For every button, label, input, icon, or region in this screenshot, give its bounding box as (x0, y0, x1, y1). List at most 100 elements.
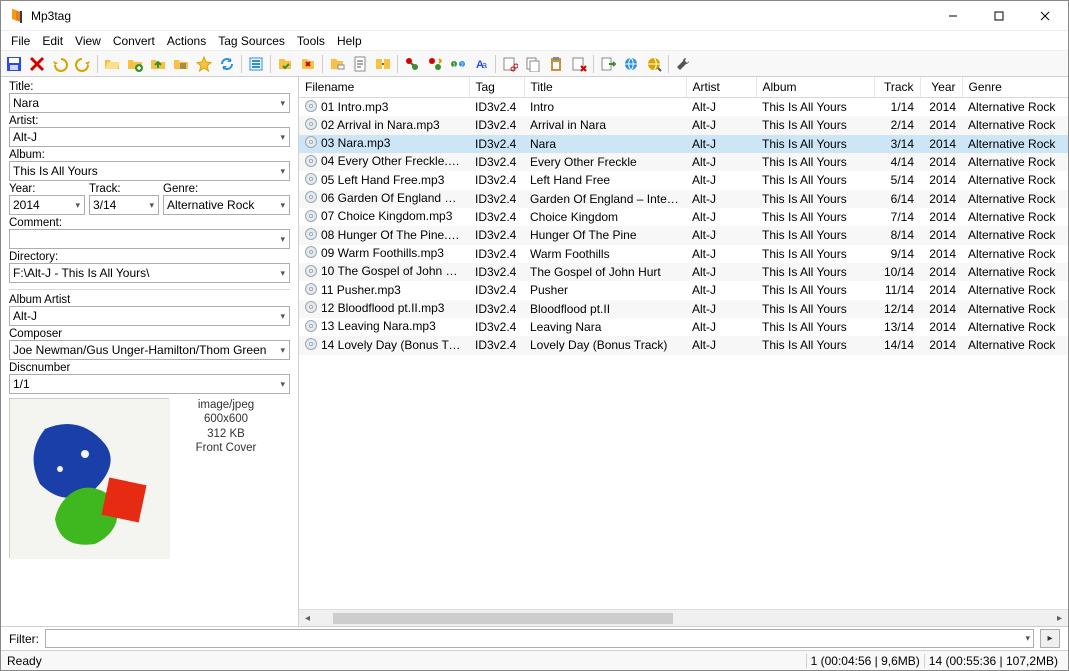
export-icon[interactable] (597, 53, 619, 75)
filter-bar: Filter: ▾ ▸ (1, 626, 1068, 650)
tag-to-tag-icon[interactable] (372, 53, 394, 75)
table-row[interactable]: 08 Hunger Of The Pine.mp3ID3v2.4Hunger O… (299, 226, 1068, 244)
menu-view[interactable]: View (69, 32, 107, 50)
discnumber-field[interactable]: 1/1▾ (9, 374, 290, 394)
menu-convert[interactable]: Convert (107, 32, 161, 50)
discnumber-label: Discnumber (9, 362, 290, 374)
track-field[interactable]: 3/14▾ (89, 195, 159, 215)
filter-go-button[interactable]: ▸ (1040, 629, 1060, 648)
scroll-right-icon[interactable]: ▸ (1051, 610, 1068, 627)
column-year[interactable]: Year (920, 77, 962, 98)
maximize-button[interactable] (976, 1, 1022, 31)
menu-help[interactable]: Help (331, 32, 368, 50)
table-row[interactable]: 07 Choice Kingdom.mp3ID3v2.4Choice Kingd… (299, 208, 1068, 226)
folder-up-icon[interactable] (147, 53, 169, 75)
actions-quick-icon[interactable] (424, 53, 446, 75)
save-icon[interactable] (3, 53, 25, 75)
minimize-button[interactable] (930, 1, 976, 31)
column-filename[interactable]: Filename (299, 77, 469, 98)
cover-lookup-icon[interactable] (643, 53, 665, 75)
directory-field[interactable]: F:\Alt-J - This Is All Yours\▾ (9, 263, 290, 283)
toolbar: 12Aa (1, 51, 1068, 77)
rename-folder-icon[interactable] (326, 53, 348, 75)
tools-icon[interactable] (672, 53, 694, 75)
playlist-icon[interactable] (170, 53, 192, 75)
table-row[interactable]: 12 Bloodflood pt.II.mp3ID3v2.4Bloodflood… (299, 300, 1068, 318)
column-tag[interactable]: Tag (469, 77, 524, 98)
directory-label: Directory: (9, 251, 290, 263)
disc-icon (305, 210, 317, 225)
comment-label: Comment: (9, 217, 290, 229)
cover-size: 312 KB (181, 427, 271, 441)
disc-icon (305, 155, 317, 170)
album-field[interactable]: This Is All Yours▾ (9, 161, 290, 181)
table-row[interactable]: 05 Left Hand Free.mp3ID3v2.4Left Hand Fr… (299, 171, 1068, 189)
tag-copy-icon[interactable] (522, 53, 544, 75)
close-button[interactable] (1022, 1, 1068, 31)
disc-icon (305, 228, 317, 243)
toolbar-separator (270, 55, 271, 73)
filter-input[interactable]: ▾ (45, 629, 1034, 648)
autonumber-icon[interactable]: 12 (447, 53, 469, 75)
table-row[interactable]: 01 Intro.mp3ID3v2.4IntroAlt-JThis Is All… (299, 98, 1068, 117)
table-row[interactable]: 14 Lovely Day (Bonus Track)...ID3v2.4Lov… (299, 336, 1068, 354)
text-file-icon[interactable] (349, 53, 371, 75)
scroll-left-icon[interactable]: ◂ (299, 610, 316, 627)
toolbar-separator (668, 55, 669, 73)
web-lookup-icon[interactable] (620, 53, 642, 75)
column-album[interactable]: Album (756, 77, 874, 98)
column-genre[interactable]: Genre (962, 77, 1068, 98)
table-row[interactable]: 13 Leaving Nara.mp3ID3v2.4Leaving NaraAl… (299, 318, 1068, 336)
menu-tag-sources[interactable]: Tag Sources (212, 32, 291, 50)
title-field[interactable]: Nara▾ (9, 93, 290, 113)
column-title[interactable]: Title (524, 77, 686, 98)
tag-remove-icon[interactable] (568, 53, 590, 75)
table-row[interactable]: 04 Every Other Freckle.mp3ID3v2.4Every O… (299, 153, 1068, 171)
menu-tools[interactable]: Tools (291, 32, 331, 50)
redo-icon[interactable] (72, 53, 94, 75)
disc-icon (305, 136, 317, 151)
albumartist-label: Album Artist (9, 294, 290, 306)
tag-paste-icon[interactable] (545, 53, 567, 75)
folder-open-icon[interactable] (101, 53, 123, 75)
toolbar-separator (97, 55, 98, 73)
file-list[interactable]: FilenameTagTitleArtistAlbumTrackYearGenr… (299, 77, 1068, 609)
case-icon[interactable]: Aa (470, 53, 492, 75)
menu-file[interactable]: File (5, 32, 36, 50)
album-cover[interactable] (9, 398, 169, 558)
year-label: Year: (9, 183, 85, 195)
column-artist[interactable]: Artist (686, 77, 756, 98)
tag-to-file-icon[interactable] (297, 53, 319, 75)
toolbar-separator (322, 55, 323, 73)
table-row[interactable]: 11 Pusher.mp3ID3v2.4PusherAlt-JThis Is A… (299, 281, 1068, 299)
table-row[interactable]: 06 Garden Of England – Int...ID3v2.4Gard… (299, 190, 1068, 208)
table-row[interactable]: 10 The Gospel of John Hurt...ID3v2.4The … (299, 263, 1068, 281)
select-all-icon[interactable] (245, 53, 267, 75)
genre-field[interactable]: Alternative Rock▾ (163, 195, 290, 215)
albumartist-field[interactable]: Alt-J▾ (9, 306, 290, 326)
tag-from-file-icon[interactable] (274, 53, 296, 75)
undo-icon[interactable] (49, 53, 71, 75)
composer-field[interactable]: Joe Newman/Gus Unger-Hamilton/Thom Green… (9, 340, 290, 360)
favorites-icon[interactable] (193, 53, 215, 75)
folder-add-icon[interactable] (124, 53, 146, 75)
table-row[interactable]: 02 Arrival in Nara.mp3ID3v2.4Arrival in … (299, 116, 1068, 134)
disc-icon (305, 320, 317, 335)
menu-edit[interactable]: Edit (36, 32, 69, 50)
actions-icon[interactable] (401, 53, 423, 75)
horizontal-scrollbar[interactable]: ◂ ▸ (299, 609, 1068, 626)
tag-cut-icon[interactable] (499, 53, 521, 75)
year-field[interactable]: 2014▾ (9, 195, 85, 215)
album-label: Album: (9, 149, 290, 161)
cover-type: Front Cover (181, 441, 271, 455)
refresh-icon[interactable] (216, 53, 238, 75)
delete-icon[interactable] (26, 53, 48, 75)
menu-actions[interactable]: Actions (161, 32, 212, 50)
comment-field[interactable]: ▾ (9, 229, 290, 249)
column-track[interactable]: Track (874, 77, 920, 98)
artist-field[interactable]: Alt-J▾ (9, 127, 290, 147)
status-bar: Ready 1 (00:04:56 | 9,6MB) 14 (00:55:36 … (1, 650, 1068, 670)
table-row[interactable]: 03 Nara.mp3ID3v2.4NaraAlt-JThis Is All Y… (299, 135, 1068, 153)
table-row[interactable]: 09 Warm Foothills.mp3ID3v2.4Warm Foothil… (299, 245, 1068, 263)
disc-icon (305, 301, 317, 316)
